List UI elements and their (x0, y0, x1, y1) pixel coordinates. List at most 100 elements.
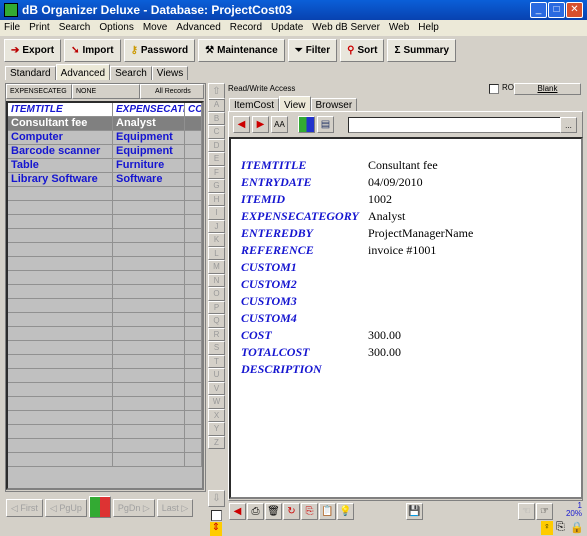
records-filter-button[interactable]: All Records (140, 84, 204, 99)
ro-checkbox[interactable] (489, 84, 499, 94)
scroll-down-arrow-icon[interactable]: ⇩ (208, 490, 225, 507)
tab-browser[interactable]: Browser (310, 98, 358, 112)
table-row[interactable]: Library Software Software (8, 173, 202, 187)
pgup-button[interactable]: ◁ PgUp (44, 499, 87, 517)
menu-move[interactable]: Move (143, 20, 167, 36)
export-button[interactable]: ➔ Export (4, 39, 62, 62)
tab-view[interactable]: View (279, 96, 311, 112)
letter-d-button[interactable]: D (208, 138, 225, 152)
menu-options[interactable]: Options (99, 20, 133, 36)
point-left-icon[interactable]: ☜ (518, 503, 535, 520)
table-row[interactable]: Table Furniture (8, 159, 202, 173)
menu-web-db-server[interactable]: Web dB Server (312, 20, 380, 36)
sort-button[interactable]: ⚲ Sort (340, 39, 385, 62)
letter-a-button[interactable]: A (208, 98, 225, 112)
first-button[interactable]: ◁ First (6, 499, 43, 517)
field-value[interactable]: Analyst (368, 209, 405, 226)
letter-c-button[interactable]: C (208, 125, 225, 139)
letter-y-button[interactable]: Y (208, 422, 225, 436)
letter-w-button[interactable]: W (208, 395, 225, 409)
pgdn-button[interactable]: PgDn ▷ (112, 499, 155, 517)
filter-button[interactable]: ⏷ Filter (287, 39, 338, 62)
trash-icon[interactable]: 🗑 (265, 503, 282, 520)
tab-standard[interactable]: Standard (5, 66, 56, 80)
letter-j-button[interactable]: J (208, 219, 225, 233)
import-button[interactable]: ➘ Import (64, 39, 121, 62)
field-value[interactable]: ProjectManagerName (368, 226, 473, 243)
menu-print[interactable]: Print (29, 20, 50, 36)
maintenance-button[interactable]: ⚒ Maintenance (198, 39, 285, 62)
letter-z-button[interactable]: Z (208, 435, 225, 449)
prev-record-arrow-icon[interactable]: ◀ (233, 116, 250, 133)
letter-n-button[interactable]: N (208, 273, 225, 287)
copy-icon[interactable]: ⎘ (556, 521, 565, 534)
letter-u-button[interactable]: U (208, 368, 225, 382)
minimize-button[interactable]: _ (530, 2, 547, 18)
letter-i-button[interactable]: I (208, 206, 225, 220)
undo-icon[interactable]: ↻ (283, 503, 300, 520)
field-value[interactable]: Consultant fee (368, 158, 438, 175)
maximize-button[interactable]: □ (548, 2, 565, 18)
field-value[interactable]: 300.00 (368, 345, 401, 362)
lock-icon[interactable]: 🔒 (570, 521, 584, 534)
letter-x-button[interactable]: X (208, 408, 225, 422)
summary-button[interactable]: Σ Summary (387, 39, 457, 62)
password-button[interactable]: ⚷ Password (123, 39, 196, 62)
field-value[interactable]: invoice #1001 (368, 243, 436, 260)
table-row[interactable]: Consultant fee Analyst (8, 117, 202, 131)
letter-g-button[interactable]: G (208, 179, 225, 193)
sort-field-button[interactable]: EXPENSECATEG (6, 84, 72, 99)
letter-f-button[interactable]: F (208, 165, 225, 179)
letter-checkbox[interactable] (211, 510, 222, 521)
views-grid-icon[interactable] (298, 116, 315, 133)
letter-v-button[interactable]: V (208, 381, 225, 395)
save-record-icon[interactable]: 💾 (406, 503, 423, 520)
menu-web[interactable]: Web (389, 20, 409, 36)
close-button[interactable]: ✕ (566, 2, 583, 18)
column-header-expensecateg[interactable]: EXPENSECATEG (113, 103, 185, 116)
menu-update[interactable]: Update (271, 20, 303, 36)
letter-o-button[interactable]: O (208, 287, 225, 301)
lightbulb-icon[interactable]: 💡 (337, 503, 354, 520)
blank-button[interactable]: Blank (514, 83, 581, 95)
letter-m-button[interactable]: M (208, 260, 225, 274)
menu-record[interactable]: Record (230, 20, 262, 36)
table-row[interactable]: Barcode scanner Equipment (8, 145, 202, 159)
more-button[interactable]: ... (560, 117, 577, 133)
form-layout-icon[interactable]: ▤ (317, 116, 334, 133)
letter-p-button[interactable]: P (208, 300, 225, 314)
views-grid-icon[interactable] (88, 496, 111, 518)
letter-s-button[interactable]: S (208, 341, 225, 355)
point-right-icon[interactable]: ☞ (536, 503, 553, 520)
letter-l-button[interactable]: L (208, 246, 225, 260)
next-record-arrow-icon[interactable]: ▶ (252, 116, 269, 133)
column-header-cost[interactable]: COS (185, 103, 202, 116)
menu-help[interactable]: Help (418, 20, 439, 36)
sort-field2-button[interactable]: NONE (72, 84, 140, 99)
letter-k-button[interactable]: K (208, 233, 225, 247)
menu-file[interactable]: File (4, 20, 20, 36)
search-input[interactable] (348, 117, 576, 133)
paste-record-icon[interactable]: 📋 (319, 503, 336, 520)
tab-advanced[interactable]: Advanced (55, 64, 111, 80)
tab-search[interactable]: Search (110, 66, 152, 80)
table-row[interactable]: Computer Equipment (8, 131, 202, 145)
menu-advanced[interactable]: Advanced (176, 20, 220, 36)
letter-q-button[interactable]: Q (208, 314, 225, 328)
letter-b-button[interactable]: B (208, 111, 225, 125)
field-value[interactable]: 1002 (368, 192, 392, 209)
tab-views[interactable]: Views (151, 66, 189, 80)
copy-record-icon[interactable]: ⎘ (301, 503, 318, 520)
last-button[interactable]: Last ▷ (156, 499, 194, 517)
lightbulb-icon[interactable]: ♀ (541, 521, 553, 535)
letter-t-button[interactable]: T (208, 354, 225, 368)
back-arrow-icon[interactable]: ◀ (229, 503, 246, 520)
column-header-itemtitle[interactable]: ITEMTITLE (8, 103, 113, 116)
tab-itemcost[interactable]: ItemCost (229, 98, 280, 112)
letter-r-button[interactable]: R (208, 327, 225, 341)
menu-search[interactable]: Search (59, 20, 91, 36)
font-size-icon[interactable]: AA (271, 116, 288, 133)
letter-e-button[interactable]: E (208, 152, 225, 166)
letter-h-button[interactable]: H (208, 192, 225, 206)
field-value[interactable]: 04/09/2010 (368, 175, 423, 192)
